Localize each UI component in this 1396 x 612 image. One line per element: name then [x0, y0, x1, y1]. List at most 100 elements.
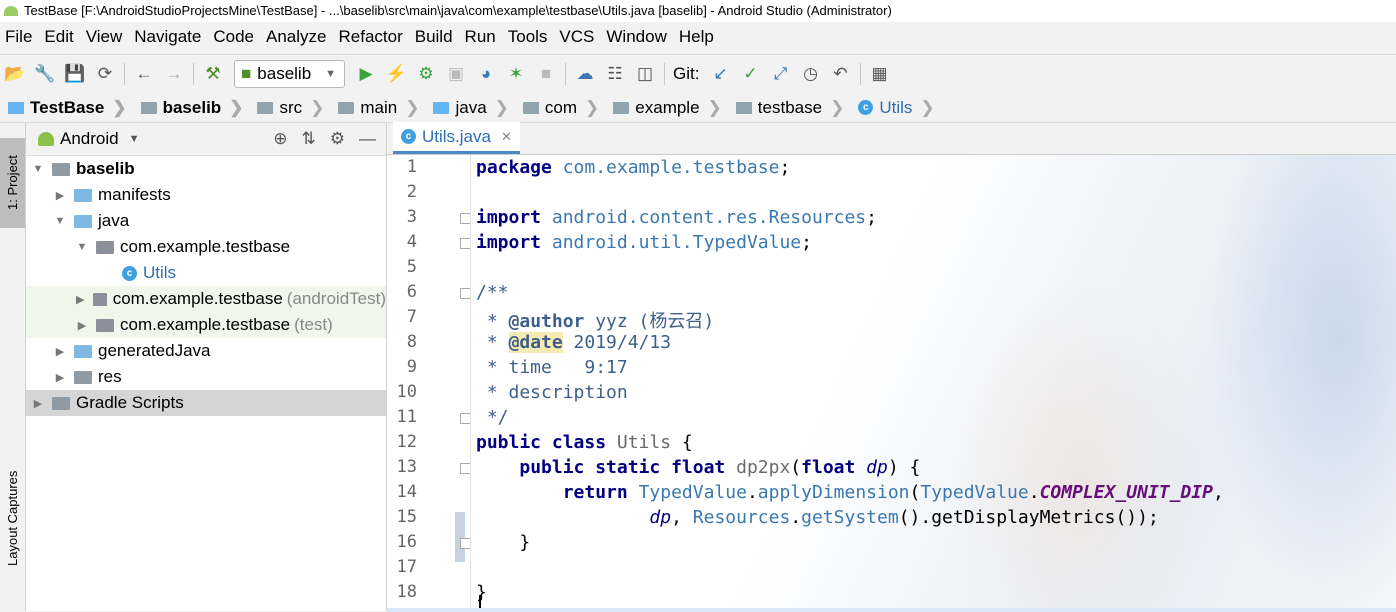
chevron-down-icon[interactable]: ▼: [129, 133, 140, 145]
expanded-arrow-icon[interactable]: ▼: [52, 215, 68, 227]
expanded-arrow-icon[interactable]: ▼: [30, 163, 46, 175]
package-icon: [96, 318, 114, 332]
tree-node-java[interactable]: ▼ java: [26, 208, 386, 234]
open-folder-icon[interactable]: 📂: [0, 59, 30, 89]
tree-node-manifests[interactable]: ▶ manifests: [26, 182, 386, 208]
view-mode-select[interactable]: Android: [60, 129, 119, 149]
menu-vcs[interactable]: VCS: [553, 27, 600, 47]
collapsed-arrow-icon[interactable]: ▶: [74, 319, 90, 332]
breadcrumb-item-com[interactable]: com ❯: [515, 98, 605, 118]
menu-help[interactable]: Help: [673, 27, 720, 47]
git-rollback-icon[interactable]: ↶: [826, 59, 856, 89]
breadcrumb-label: Utils: [879, 97, 913, 117]
sdk-manager-icon[interactable]: ◫: [630, 59, 660, 89]
project-structure-icon[interactable]: ▦: [865, 59, 895, 89]
tree-node-baselib[interactable]: ▼ baselib: [26, 156, 386, 182]
locate-icon[interactable]: ⊕: [273, 129, 287, 149]
menu-analyze[interactable]: Analyze: [260, 27, 332, 47]
toolbar-divider: [859, 63, 861, 85]
run-icon[interactable]: ▶: [351, 59, 381, 89]
breadcrumb-item-utils[interactable]: c Utils ❯: [850, 98, 940, 118]
source-folder-icon: [433, 101, 450, 114]
menu-edit[interactable]: Edit: [38, 27, 79, 47]
menu-window[interactable]: Window: [600, 27, 672, 47]
tree-node-label: Utils: [143, 263, 177, 282]
profile-icon[interactable]: ◕: [471, 59, 501, 89]
toolbar-divider: [124, 63, 125, 85]
minimize-icon[interactable]: —: [359, 129, 376, 149]
package-icon: [613, 101, 630, 114]
menu-build[interactable]: Build: [409, 27, 459, 47]
breadcrumb-item-baselib[interactable]: baselib ❯: [133, 98, 250, 118]
git-commit-icon[interactable]: ✓: [736, 59, 766, 89]
gradle-sync-icon[interactable]: ☁: [570, 59, 600, 89]
collapsed-arrow-icon[interactable]: ▶: [30, 397, 46, 410]
menu-view[interactable]: View: [80, 27, 129, 47]
code-line: import android.util.TypedValue;: [476, 232, 812, 253]
tree-node-generatedjava[interactable]: ▶ generatedJava: [26, 338, 386, 364]
tree-node-utils[interactable]: c Utils: [26, 260, 386, 286]
tree-node-package-test[interactable]: ▶ com.example.testbase (test): [26, 312, 386, 338]
hammer-icon[interactable]: ⚒: [198, 59, 228, 89]
collapsed-arrow-icon[interactable]: ▶: [52, 371, 68, 384]
project-tool-tab[interactable]: 1: Project: [0, 138, 25, 228]
apply-changes-icon[interactable]: ⚡: [381, 59, 411, 89]
line-number: 1: [406, 157, 417, 177]
generated-folder-icon: [74, 344, 92, 358]
expanded-arrow-icon[interactable]: ▼: [74, 241, 90, 253]
collapsed-arrow-icon[interactable]: ▶: [74, 293, 87, 306]
collapse-all-icon[interactable]: ⇅: [302, 129, 316, 149]
window-title: TestBase [F:\AndroidStudioProjectsMine\T…: [24, 3, 892, 18]
sync-icon[interactable]: ⟳: [90, 59, 120, 89]
git-label: Git:: [673, 64, 700, 83]
collapsed-arrow-icon[interactable]: ▶: [52, 345, 68, 358]
save-icon[interactable]: 💾: [60, 59, 90, 89]
gradle-elephant-icon: [52, 396, 70, 410]
tree-node-res[interactable]: ▶ res: [26, 364, 386, 390]
forward-arrow-icon[interactable]: →: [159, 59, 189, 89]
collapsed-arrow-icon[interactable]: ▶: [52, 189, 68, 202]
menu-run[interactable]: Run: [459, 27, 502, 47]
breadcrumb-item-main[interactable]: main ❯: [330, 98, 425, 118]
package-icon: [522, 101, 539, 114]
breadcrumb-item-java[interactable]: java ❯: [425, 98, 514, 118]
stop-icon[interactable]: ■: [531, 59, 561, 89]
breadcrumb-item-testbase[interactable]: TestBase ❯: [0, 98, 133, 118]
git-update-icon[interactable]: ↙: [706, 59, 736, 89]
breadcrumb-item-example[interactable]: example ❯: [605, 98, 728, 118]
debug-icon[interactable]: ⚙: [411, 59, 441, 89]
breadcrumb-item-testbase-pkg[interactable]: testbase ❯: [728, 98, 851, 118]
chevron-right-icon: ❯: [920, 97, 935, 117]
code-area[interactable]: 1 2 3 4 5 6 7 8 9 10 11 12 13 14 15 16 1…: [387, 155, 1396, 612]
tree-node-package-androidtest[interactable]: ▶ com.example.testbase (androidTest): [26, 286, 386, 312]
menu-file[interactable]: File: [0, 27, 38, 47]
folder-icon: [257, 101, 274, 114]
back-arrow-icon[interactable]: ←: [129, 59, 159, 89]
close-icon[interactable]: ✕: [501, 129, 512, 145]
coverage-icon[interactable]: ▣: [441, 59, 471, 89]
run-config-select[interactable]: ■ baselib ▼: [234, 60, 346, 88]
line-number: 6: [406, 282, 417, 302]
tree-node-package-main[interactable]: ▼ com.example.testbase: [26, 234, 386, 260]
gear-icon[interactable]: ⚙: [330, 129, 345, 149]
menu-navigate[interactable]: Navigate: [128, 27, 207, 47]
vcs-change-marker[interactable]: [455, 512, 465, 562]
tree-node-gradle-scripts[interactable]: ▶ Gradle Scripts: [26, 390, 386, 416]
avd-manager-icon[interactable]: ☷: [600, 59, 630, 89]
menu-refactor[interactable]: Refactor: [332, 27, 408, 47]
code-line: package com.example.testbase;: [476, 157, 791, 178]
attach-debugger-icon[interactable]: ✶: [501, 59, 531, 89]
line-number: 16: [396, 532, 417, 552]
git-history-icon[interactable]: ◷: [796, 59, 826, 89]
module-folder-icon: [140, 101, 157, 114]
menu-tools[interactable]: Tools: [502, 27, 554, 47]
git-compare-icon[interactable]: ⤢: [766, 59, 796, 89]
layout-captures-tab[interactable]: Layout Captures: [0, 453, 25, 583]
breadcrumb-item-src[interactable]: src ❯: [249, 98, 330, 118]
wrench-icon[interactable]: 🔧: [30, 59, 60, 89]
chevron-right-icon: ❯: [310, 97, 325, 117]
line-number: 13: [396, 457, 417, 477]
tab-utils-java[interactable]: c Utils.java ✕: [393, 122, 520, 154]
editor-tabs: c Utils.java ✕: [387, 122, 1396, 155]
menu-code[interactable]: Code: [207, 27, 260, 47]
